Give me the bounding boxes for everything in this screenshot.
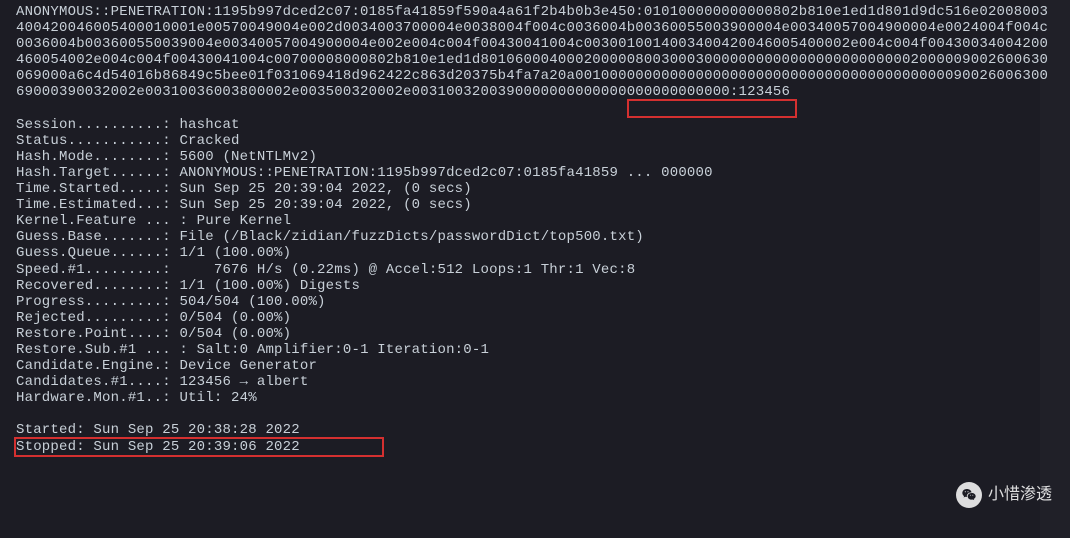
watermark: 小惜渗透 [956, 482, 1052, 508]
restoresub-value: Salt:0 Amplifier:0-1 Iteration:0-1 [197, 342, 489, 358]
guessqueue-value: 1/1 (100.00%) [179, 245, 291, 261]
progress-value: 504/504 (100.00%) [179, 294, 325, 310]
recovered-line: Recovered........: 1/1 (100.00%) Digests [16, 278, 1054, 294]
blank-line [16, 101, 1054, 117]
rejected-line: Rejected.........: 0/504 (0.00%) [16, 310, 1054, 326]
started-line: Started: Sun Sep 25 20:38:28 2022 [16, 422, 1054, 438]
recovered-value: 1/1 (100.00%) Digests [179, 278, 360, 294]
speed-value: 7676 H/s (0.22ms) @ Accel:512 Loops:1 Th… [179, 262, 635, 278]
started-label: Started: [16, 422, 93, 438]
stopped-value: Sun Sep 25 20:39:06 2022 [93, 439, 299, 455]
kernelfeat-value: Pure Kernel [197, 213, 292, 229]
timestarted-line: Time.Started.....: Sun Sep 25 20:39:04 2… [16, 181, 1054, 197]
progress-line: Progress.........: 504/504 (100.00%) [16, 294, 1054, 310]
hashmode-label: Hash.Mode........: [16, 149, 179, 165]
timestarted-value: Sun Sep 25 20:39:04 2022, (0 secs) [179, 181, 471, 197]
speed-line: Speed.#1.........: 7676 H/s (0.22ms) @ A… [16, 262, 1054, 278]
restoresub-label: Restore.Sub.#1 ... : [16, 342, 197, 358]
timeest-label: Time.Estimated...: [16, 197, 179, 213]
rejected-label: Rejected.........: [16, 310, 179, 326]
hashtarget-line: Hash.Target......: ANONYMOUS::PENETRATIO… [16, 165, 1054, 181]
candidates-line: Candidates.#1....: 123456 → albert [16, 374, 1054, 390]
hashmode-line: Hash.Mode........: 5600 (NetNTLMv2) [16, 149, 1054, 165]
stopped-label: Stopped: [16, 439, 93, 455]
status-label: Status...........: [16, 133, 179, 149]
hwmon-label: Hardware.Mon.#1..: [16, 390, 179, 406]
started-value: Sun Sep 25 20:38:28 2022 [93, 422, 299, 438]
candengine-label: Candidate.Engine.: [16, 358, 179, 374]
stopped-line: Stopped: Sun Sep 25 20:39:06 2022 [16, 439, 1054, 455]
blank-line-2 [16, 406, 1054, 422]
restorepoint-label: Restore.Point....: [16, 326, 179, 342]
progress-label: Progress.........: [16, 294, 179, 310]
timestarted-label: Time.Started.....: [16, 181, 179, 197]
session-line: Session..........: hashcat [16, 117, 1054, 133]
restoresub-line: Restore.Sub.#1 ... : Salt:0 Amplifier:0-… [16, 342, 1054, 358]
kernelfeat-label: Kernel.Feature ... : [16, 213, 197, 229]
speed-label: Speed.#1.........: [16, 262, 179, 278]
guessbase-line: Guess.Base.......: File (/Black/zidian/f… [16, 229, 1054, 245]
session-value: hashcat [179, 117, 239, 133]
recovered-label: Recovered........: [16, 278, 179, 294]
candidates-label: Candidates.#1....: [16, 374, 179, 390]
status-line: Status...........: Cracked [16, 133, 1054, 149]
hashmode-value: 5600 (NetNTLMv2) [179, 149, 317, 165]
restorepoint-value: 0/504 (0.00%) [179, 326, 291, 342]
status-value: Cracked [179, 133, 239, 149]
watermark-text: 小惜渗透 [988, 486, 1052, 504]
wechat-icon [956, 482, 982, 508]
guessbase-label: Guess.Base.......: [16, 229, 179, 245]
timeestimated-line: Time.Estimated...: Sun Sep 25 20:39:04 2… [16, 197, 1054, 213]
timeest-value: Sun Sep 25 20:39:04 2022, (0 secs) [179, 197, 471, 213]
session-label: Session..........: [16, 117, 179, 133]
candidates-value: 123456 → albert [179, 374, 308, 390]
kernelfeature-line: Kernel.Feature ... : Pure Kernel [16, 213, 1054, 229]
hashtarget-label: Hash.Target......: [16, 165, 179, 181]
guessqueue-label: Guess.Queue......: [16, 245, 179, 261]
guessqueue-line: Guess.Queue......: 1/1 (100.00%) [16, 245, 1054, 261]
hwmon-value: Util: 24% [179, 390, 256, 406]
candengine-value: Device Generator [179, 358, 317, 374]
hardwaremon-line: Hardware.Mon.#1..: Util: 24% [16, 390, 1054, 406]
candidateengine-line: Candidate.Engine.: Device Generator [16, 358, 1054, 374]
restorepoint-line: Restore.Point....: 0/504 (0.00%) [16, 326, 1054, 342]
rejected-value: 0/504 (0.00%) [179, 310, 291, 326]
guessbase-value: File (/Black/zidian/fuzzDicts/passwordDi… [179, 229, 643, 245]
hash-dump-block: ANONYMOUS::PENETRATION:1195b997dced2c07:… [16, 4, 1054, 101]
hashtarget-value: ANONYMOUS::PENETRATION:1195b997dced2c07:… [179, 165, 712, 181]
